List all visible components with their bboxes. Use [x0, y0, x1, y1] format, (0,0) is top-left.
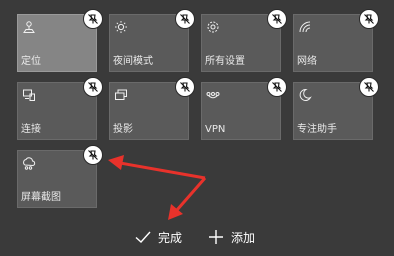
tile-focus-assist[interactable]: 专注助手 [293, 77, 379, 140]
tile-all-settings[interactable]: 所有设置 [201, 9, 287, 72]
tile-label: 投影 [113, 124, 133, 135]
tile-vpn[interactable]: VPN [201, 77, 287, 140]
tile-screen-snip[interactable]: 屏幕截图 [17, 145, 103, 208]
tile-label: 所有设置 [205, 56, 245, 67]
unpin-icon[interactable] [175, 77, 195, 97]
add-label: 添加 [231, 230, 256, 245]
network-icon [298, 20, 312, 34]
unpin-icon[interactable] [83, 9, 103, 29]
tile-label: 专注助手 [297, 124, 337, 135]
edit-actions-bar: 完成 添加 [0, 222, 394, 252]
plus-icon [209, 230, 223, 244]
focus-assist-icon [298, 88, 312, 102]
done-label: 完成 [158, 230, 183, 245]
tile-label: VPN [205, 124, 226, 135]
unpin-icon[interactable] [267, 77, 287, 97]
add-button[interactable]: 添加 [207, 222, 255, 252]
connect-icon [22, 88, 36, 102]
project-icon [114, 88, 128, 102]
tile-night-light[interactable]: 夜间模式 [109, 9, 195, 72]
night-light-icon [114, 20, 128, 34]
tile-location[interactable]: 定位 [17, 9, 103, 72]
tile-connect[interactable]: 连接 [17, 77, 103, 140]
arrow-to-unpin [119, 161, 206, 180]
tile-label: 网络 [297, 56, 317, 67]
arrow-to-done [175, 177, 207, 211]
unpin-icon[interactable] [359, 77, 379, 97]
unpin-icon[interactable] [83, 145, 103, 165]
unpin-icon[interactable] [175, 9, 195, 29]
tile-network[interactable]: 网络 [293, 9, 379, 72]
done-button[interactable]: 完成 [134, 222, 182, 252]
location-icon [22, 20, 36, 34]
settings-icon [206, 20, 220, 34]
tile-label: 连接 [21, 124, 41, 135]
arrow-to-done-head [168, 204, 183, 220]
vpn-icon [206, 88, 220, 102]
tile-label: 屏幕截图 [21, 192, 61, 203]
tile-label: 定位 [21, 56, 41, 67]
checkmark-icon [135, 231, 151, 243]
tile-label: 夜间模式 [113, 56, 153, 67]
tile-project[interactable]: 投影 [109, 77, 195, 140]
unpin-icon[interactable] [267, 9, 287, 29]
arrow-to-unpin-head [108, 155, 124, 170]
screen-snip-icon [22, 156, 36, 170]
unpin-icon[interactable] [83, 77, 103, 97]
unpin-icon[interactable] [359, 9, 379, 29]
quick-actions-edit-panel: 定位 夜间模式 所有设置 网络 连接 投影 VPN 专注助手 屏幕截图 完成 添… [0, 0, 394, 256]
